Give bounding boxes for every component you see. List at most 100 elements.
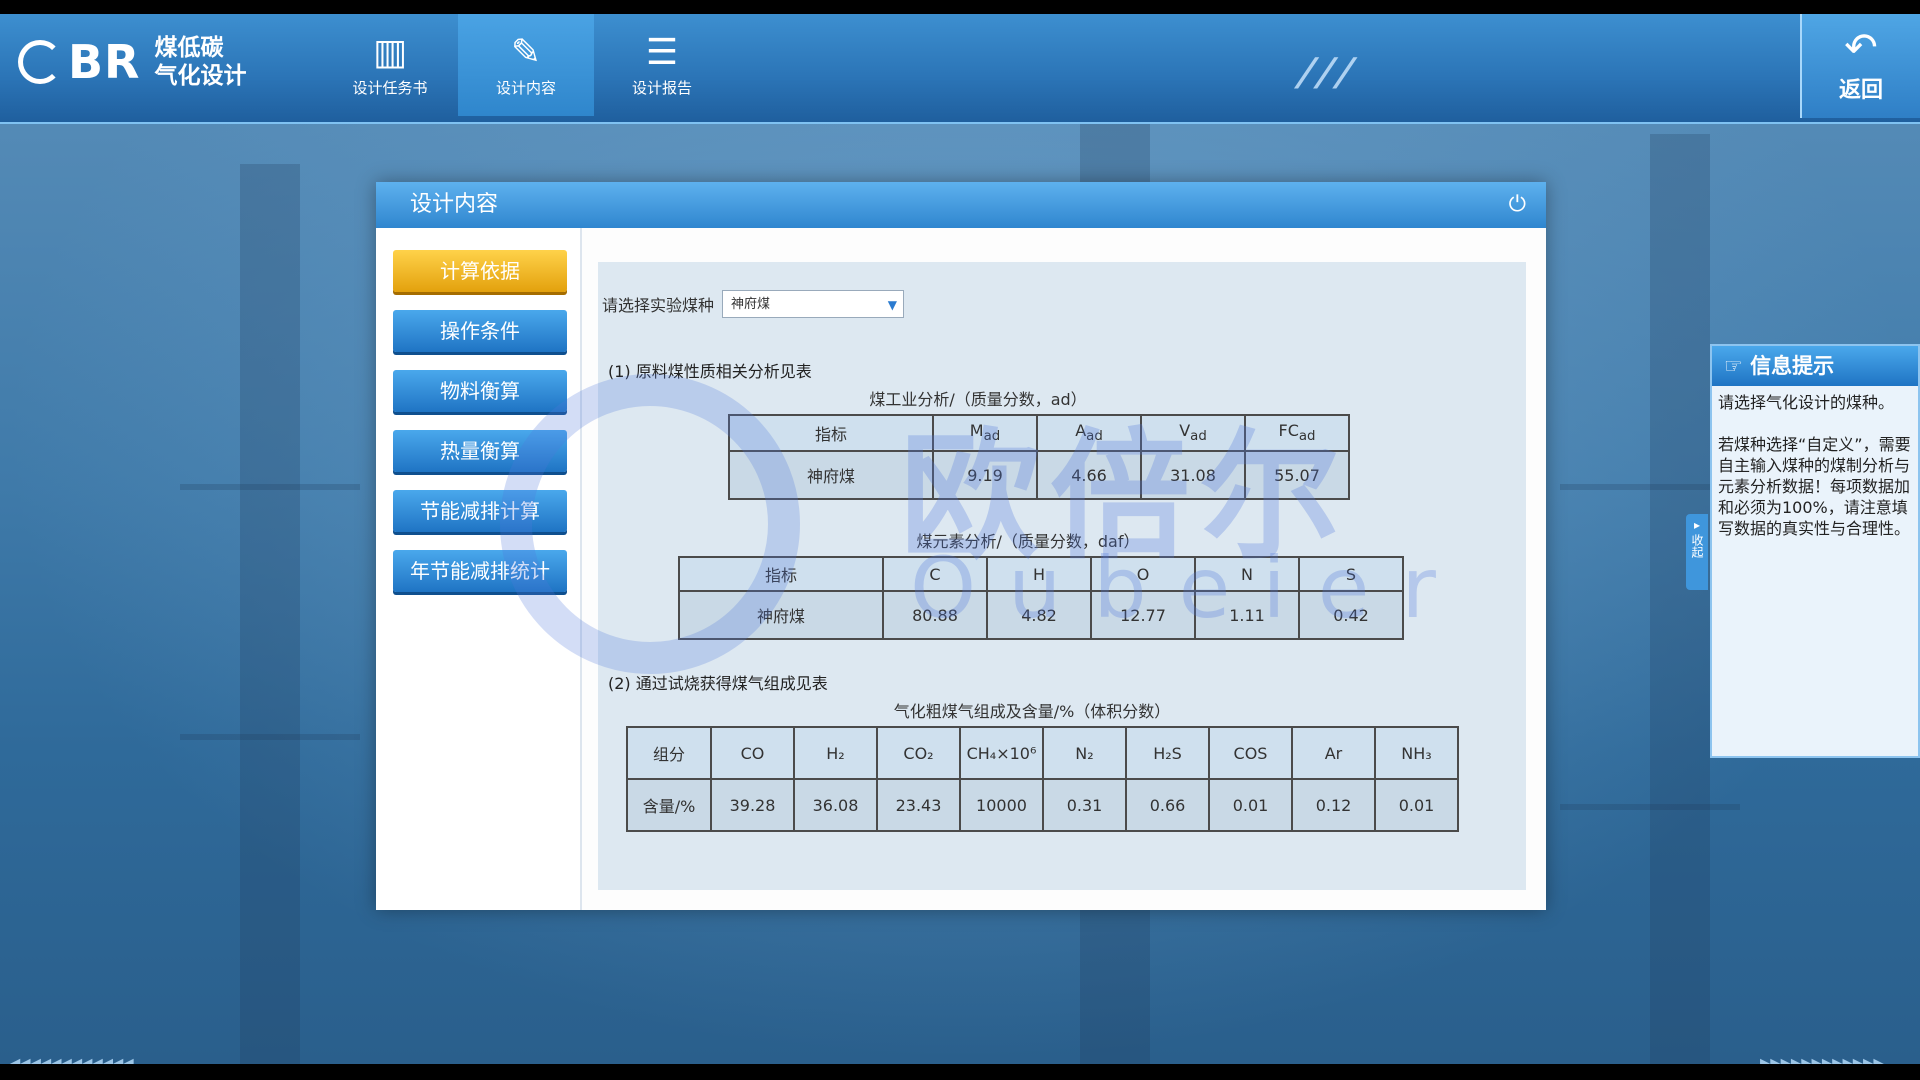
table-cell: 0.12 [1291, 778, 1376, 832]
table-header: 指标 [728, 414, 934, 452]
table-row: 神府煤 9.19 4.66 31.08 55.07 [728, 450, 1350, 500]
section-title-2: (2) 通过试烧获得煤气组成见表 [608, 674, 828, 693]
table2-caption: 煤元素分析/（质量分数，daf） [916, 532, 1140, 551]
power-icon[interactable]: ⏻ [1509, 182, 1526, 228]
table-header: S [1298, 556, 1404, 592]
table-cell: 4.66 [1036, 450, 1142, 500]
table3-caption: 气化粗煤气组成及含量/%（体积分数） [893, 702, 1171, 721]
table-row: 神府煤 80.88 4.82 12.77 1.11 0.42 [678, 590, 1404, 640]
table-cell: 12.77 [1090, 590, 1196, 640]
report-icon: ☰ [645, 31, 679, 73]
table-header: FCad [1244, 414, 1350, 452]
table-header: Ar [1291, 726, 1376, 780]
design-content-dialog: 设计内容 ⏻ 计算依据 操作条件 物料衡算 热量衡算 节能减排计算 年节能减排统… [376, 182, 1546, 910]
back-button[interactable]: ↶ 返回 [1800, 14, 1920, 118]
table-header: H [986, 556, 1092, 592]
app-name-line2: 气化设计 [154, 63, 247, 89]
table-cell: 10000 [959, 778, 1044, 832]
info-text-line: 若煤种选择“自定义”，需要自主输入煤种的煤制分析与元素分析数据！每项数据加和必须… [1718, 435, 1911, 538]
info-panel-title: 信息提示 [1750, 354, 1835, 378]
section-title-1: (1) 原料煤性质相关分析见表 [608, 362, 812, 381]
sidebar-item-heat-balance[interactable]: 热量衡算 [393, 430, 567, 472]
table-cell: 神府煤 [678, 590, 884, 640]
table-header: H₂ [793, 726, 878, 780]
coal-type-select[interactable]: 神府煤 ▼ [722, 290, 905, 318]
sidebar-item-material-balance[interactable]: 物料衡算 [393, 370, 567, 412]
table-header: 指标 [678, 556, 884, 592]
table-cell: 含量/% [626, 778, 712, 832]
app-logo: BR 煤低碳 气化设计 [18, 34, 246, 90]
nav-label: 设计报告 [631, 78, 692, 97]
info-panel-header: ☞ 信息提示 [1712, 346, 1918, 386]
bg-rail [1560, 484, 1720, 490]
chevron-right-icon: ▸ [1693, 518, 1701, 532]
app-name: 煤低碳 气化设计 [154, 34, 246, 90]
sidebar-item-operating-conditions[interactable]: 操作条件 [393, 310, 567, 352]
table-header: Vad [1140, 414, 1246, 452]
sidebar: 计算依据 操作条件 物料衡算 热量衡算 节能减排计算 年节能减排统计 [376, 228, 582, 910]
table-cell: 31.08 [1140, 450, 1246, 500]
collapse-label: 收起 [1690, 534, 1704, 558]
coal-select-label: 请选择实验煤种 [602, 296, 715, 315]
info-text-line: 请选择气化设计的煤种。 [1718, 393, 1895, 412]
coal-proximate-table: 指标 Mad Aad Vad FCad 神府煤 9.19 4.66 31.08 … [728, 414, 1350, 500]
table-cell: 0.01 [1374, 778, 1459, 832]
gas-composition-table: 组分 CO H₂ CO₂ CH₄×10⁶ N₂ H₂S COS Ar NH₃ 含… [626, 726, 1459, 832]
bg-rail [1560, 804, 1740, 810]
nav-label: 设计任务书 [352, 78, 428, 97]
table-header: CO [710, 726, 795, 780]
table-cell: 23.43 [876, 778, 961, 832]
table-header: COS [1208, 726, 1293, 780]
nav-design-report[interactable]: ☰ 设计报告 [594, 14, 730, 116]
bg-rail [180, 734, 360, 740]
sidebar-item-annual-stats[interactable]: 年节能减排统计 [393, 550, 567, 592]
decor-chevrons: ◀◀◀◀◀◀◀◀◀◀◀◀ [8, 1054, 134, 1064]
table1-caption: 煤工业分析/（质量分数，ad） [869, 390, 1087, 409]
logo-globe-icon [18, 40, 62, 84]
dialog-header: 设计内容 ⏻ [376, 182, 1546, 228]
main-nav: ▥ 设计任务书 ✎ 设计内容 ☰ 设计报告 [322, 14, 730, 116]
app-screen: BR 煤低碳 气化设计 ▥ 设计任务书 ✎ 设计内容 ☰ 设计报告 / / / … [0, 14, 1920, 1064]
collapse-info-button[interactable]: ▸ 收起 [1686, 514, 1708, 590]
info-panel-body: 请选择气化设计的煤种。 若煤种选择“自定义”，需要自主输入煤种的煤制分析与元素分… [1712, 386, 1918, 545]
nav-design-content[interactable]: ✎ 设计内容 [458, 14, 594, 116]
nav-design-task[interactable]: ▥ 设计任务书 [322, 14, 458, 116]
table-cell: 4.82 [986, 590, 1092, 640]
coal-select-row: 请选择实验煤种 神府煤 ▼ [602, 290, 905, 318]
table-header: N [1194, 556, 1300, 592]
table-header: NH₃ [1374, 726, 1459, 780]
sidebar-item-calc-basis[interactable]: 计算依据 [393, 250, 567, 292]
nav-label: 设计内容 [495, 78, 556, 97]
table-cell: 55.07 [1244, 450, 1350, 500]
table-header: Aad [1036, 414, 1142, 452]
logo-text: BR [68, 35, 141, 89]
coal-select-value: 神府煤 [731, 297, 771, 312]
table-header: Mad [932, 414, 1038, 452]
pointer-hand-icon: ☞ [1724, 354, 1743, 378]
sidebar-item-energy-saving-calc[interactable]: 节能减排计算 [393, 490, 567, 532]
content-area: 请选择实验煤种 神府煤 ▼ (1) 原料煤性质相关分析见表 煤工业分析/（质量分… [598, 262, 1526, 890]
table-cell: 0.42 [1298, 590, 1404, 640]
table-header: CH₄×10⁶ [959, 726, 1044, 780]
decor-stripes: / / / [1291, 50, 1357, 94]
books-icon: ▥ [372, 31, 407, 73]
table-header: N₂ [1042, 726, 1127, 780]
top-bar: BR 煤低碳 气化设计 ▥ 设计任务书 ✎ 设计内容 ☰ 设计报告 / / / … [0, 14, 1920, 124]
bottom-decoration: ◀◀◀◀◀◀◀◀◀◀◀◀ ▶▶▶▶▶▶▶▶▶▶▶▶ [0, 1054, 1920, 1064]
table-row: 含量/% 39.28 36.08 23.43 10000 0.31 0.66 0… [626, 778, 1459, 832]
table-header: CO₂ [876, 726, 961, 780]
table-cell: 9.19 [932, 450, 1038, 500]
table-header: O [1090, 556, 1196, 592]
bg-tower [240, 164, 300, 1064]
table-cell: 0.31 [1042, 778, 1127, 832]
coal-ultimate-table: 指标 C H O N S 神府煤 80.88 4.82 12.77 1.11 0… [678, 556, 1404, 640]
info-panel: ☞ 信息提示 请选择气化设计的煤种。 若煤种选择“自定义”，需要自主输入煤种的煤… [1710, 344, 1920, 758]
app-name-line1: 煤低碳 [154, 35, 224, 61]
table-cell: 0.66 [1125, 778, 1210, 832]
bg-tower [1650, 134, 1710, 1064]
chevron-down-icon: ▼ [887, 298, 898, 312]
edit-icon: ✎ [510, 31, 542, 73]
dialog-title: 设计内容 [410, 192, 499, 217]
return-arrow-icon: ↶ [1844, 25, 1878, 71]
table-cell: 0.01 [1208, 778, 1293, 832]
